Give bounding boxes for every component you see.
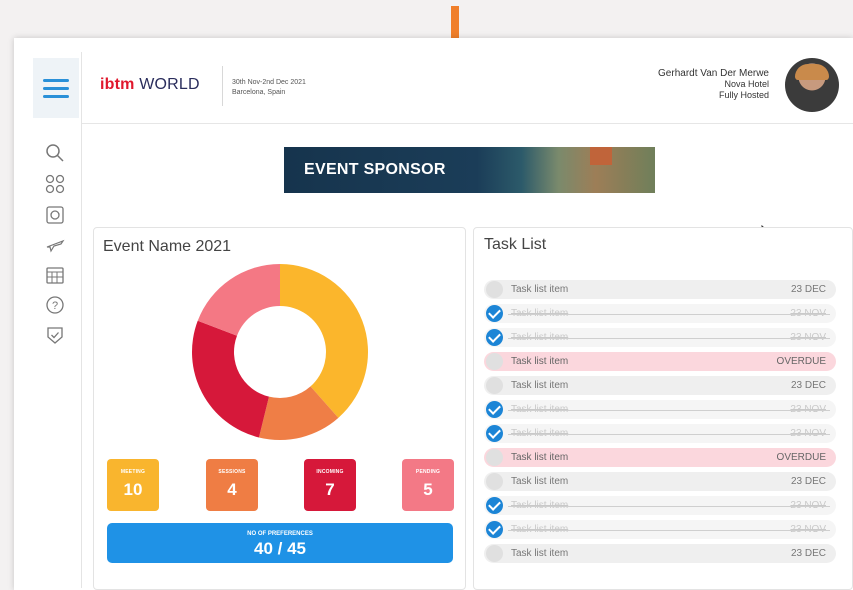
svg-text:?: ? <box>52 300 58 312</box>
unchecked-circle-icon[interactable] <box>486 473 503 490</box>
preferences-value: 40 / 45 <box>254 539 306 558</box>
preferences-label: NO OF PREFERENCES <box>247 531 313 537</box>
event-title: Event Name 2021 <box>103 238 232 255</box>
checked-circle-icon[interactable] <box>486 425 503 442</box>
task-row[interactable]: Task list item 23 DEC <box>484 376 836 395</box>
stat-tile-sessions[interactable]: SESSIONS 4 <box>206 459 258 511</box>
task-name: Task list item <box>511 308 569 319</box>
task-due: 23 NOV <box>790 404 826 415</box>
donut-slice-incoming[interactable] <box>191 320 269 438</box>
task-row[interactable]: Task list item 23 NOV <box>484 424 836 443</box>
donut-slice-pending[interactable] <box>197 264 280 336</box>
checked-circle-icon[interactable] <box>486 401 503 418</box>
checked-circle-icon[interactable] <box>486 497 503 514</box>
task-due: 23 DEC <box>790 548 826 559</box>
checked-circle-icon[interactable] <box>486 329 503 346</box>
checked-circle-icon[interactable] <box>486 305 503 322</box>
stat-label: INCOMING <box>316 469 344 475</box>
unchecked-circle-icon[interactable] <box>486 281 503 298</box>
task-name: Task list item <box>511 356 569 367</box>
user-info: Gerhardt Van Der Merwe Nova Hotel Fully … <box>658 68 769 101</box>
task-name: Task list item <box>511 500 569 511</box>
stat-tile-meeting[interactable]: MEETING 10 <box>107 459 159 511</box>
task-due: 23 NOV <box>790 428 826 439</box>
unchecked-circle-icon[interactable] <box>486 545 503 562</box>
task-row[interactable]: Task list item 23 NOV <box>484 400 836 419</box>
donut-slice-meeting[interactable] <box>280 264 368 418</box>
event-summary-card: Event Name 2021 MEETING 10 SESSIONS 4 INCOMI… <box>93 227 466 590</box>
brand-logo[interactable]: ibtm WORLD <box>100 76 200 94</box>
unchecked-circle-icon[interactable] <box>486 377 503 394</box>
task-due: 23 NOV <box>790 500 826 511</box>
stat-label: PENDING <box>415 469 441 475</box>
stat-value: 4 <box>227 480 237 499</box>
task-list-title: Task List <box>484 236 547 253</box>
avatar[interactable] <box>785 58 839 112</box>
task-name: Task list item <box>511 428 569 439</box>
stat-tile-incoming[interactable]: INCOMING 7 <box>304 459 356 511</box>
stat-value: 10 <box>123 480 143 499</box>
task-row[interactable]: Task list item 23 DEC <box>484 280 836 299</box>
task-name: Task list item <box>511 476 569 487</box>
task-due: 23 DEC <box>790 476 826 487</box>
event-date-range: 30th Nov-2nd Dec 2021 <box>232 79 306 86</box>
task-name: Task list item <box>511 524 569 535</box>
task-row[interactable]: Task list item 23 NOV <box>484 520 836 539</box>
task-row[interactable]: Task list item 23 DEC <box>484 472 836 491</box>
task-name: Task list item <box>511 284 569 295</box>
calendar-badge-icon[interactable] <box>44 204 66 226</box>
app-window: ? ibtm WORLD 30th Nov-2nd Dec 2021 Barce… <box>14 38 853 590</box>
task-due: 23 NOV <box>790 332 826 343</box>
unchecked-circle-icon[interactable] <box>486 449 503 466</box>
hamburger-menu-icon[interactable] <box>33 58 79 118</box>
user-name: Gerhardt Van Der Merwe <box>658 68 769 79</box>
task-due: 23 DEC <box>790 380 826 391</box>
donut-chart <box>191 264 368 440</box>
checked-circle-icon[interactable] <box>486 521 503 538</box>
task-row[interactable]: Task list item 23 NOV <box>484 328 836 347</box>
sponsor-banner-label: EVENT SPONSOR <box>304 161 446 178</box>
search-icon[interactable] <box>44 142 66 164</box>
task-list: Task list item 23 DEC Task list item 23 NOV… <box>484 280 836 568</box>
task-row[interactable]: Task list item OVERDUE <box>484 352 836 371</box>
stat-tile-pending[interactable]: PENDING 5 <box>402 459 454 511</box>
stat-value: 7 <box>325 480 335 499</box>
task-due: OVERDUE <box>776 452 826 463</box>
event-dates: 30th Nov-2nd Dec 2021 Barcelona, Spain <box>232 78 306 98</box>
user-status: Fully Hosted <box>718 90 769 100</box>
task-row[interactable]: Task list item OVERDUE <box>484 448 836 467</box>
task-row[interactable]: Task list item 23 NOV <box>484 304 836 323</box>
event-location: Barcelona, Spain <box>232 89 286 96</box>
task-due: OVERDUE <box>776 356 826 367</box>
task-list-card: Task List Task list item 23 DEC Task list … <box>473 227 853 590</box>
stat-label: MEETING <box>120 469 146 475</box>
user-hotel: Nova Hotel <box>724 79 769 89</box>
task-name: Task list item <box>511 380 569 391</box>
grid-calendar-icon[interactable] <box>44 264 66 286</box>
task-name: Task list item <box>511 332 569 343</box>
task-row[interactable]: Task list item 23 DEC <box>484 544 836 563</box>
task-due: 23 NOV <box>790 308 826 319</box>
shield-check-icon[interactable] <box>44 324 66 346</box>
task-name: Task list item <box>511 548 569 559</box>
sponsor-banner[interactable]: EVENT SPONSOR <box>284 147 655 193</box>
sidebar: ? <box>30 52 82 588</box>
unchecked-circle-icon[interactable] <box>486 353 503 370</box>
help-icon[interactable]: ? <box>44 294 66 316</box>
preferences-bar[interactable]: NO OF PREFERENCES 40 / 45 <box>107 523 453 563</box>
stat-label: SESSIONS <box>218 469 246 475</box>
header-divider <box>222 66 223 106</box>
task-due: 23 NOV <box>790 524 826 535</box>
top-header: ibtm WORLD 30th Nov-2nd Dec 2021 Barcelo… <box>82 52 853 124</box>
task-name: Task list item <box>511 404 569 415</box>
task-name: Task list item <box>511 452 569 463</box>
flight-icon[interactable] <box>44 234 66 256</box>
task-row[interactable]: Task list item 23 NOV <box>484 496 836 515</box>
stat-value: 5 <box>423 480 433 499</box>
task-due: 23 DEC <box>790 284 826 295</box>
apps-icon[interactable] <box>44 173 66 195</box>
